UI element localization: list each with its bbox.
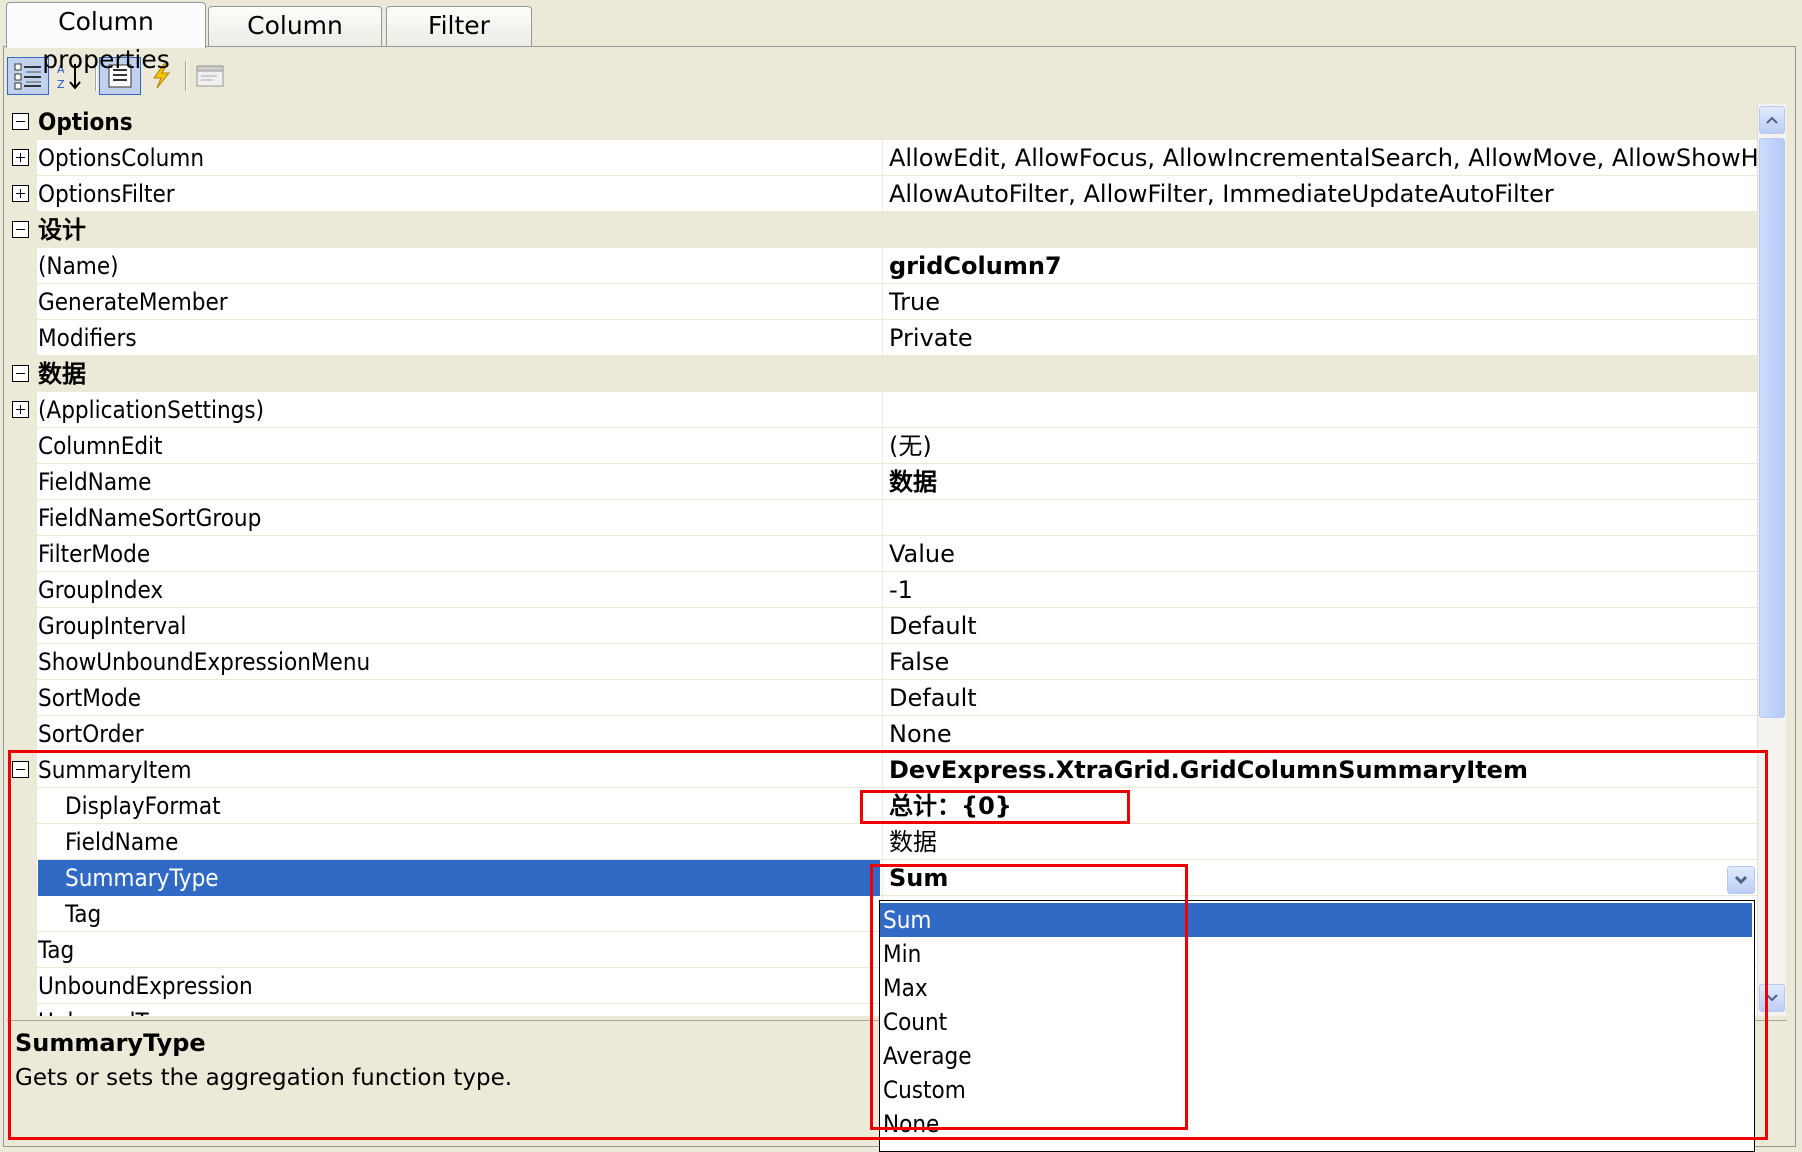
- expand-icon[interactable]: [12, 401, 29, 418]
- property-name[interactable]: GenerateMember: [38, 284, 880, 320]
- category-row[interactable]: 设计: [7, 212, 1757, 248]
- row-margin: [7, 248, 37, 284]
- tab-strip: Column properties Column options Filter …: [0, 0, 1802, 78]
- property-value[interactable]: [882, 392, 1757, 428]
- expand-icon[interactable]: [12, 185, 29, 202]
- property-value[interactable]: (无): [882, 428, 1757, 464]
- collapse-icon[interactable]: [12, 221, 29, 238]
- property-name[interactable]: (Name): [38, 248, 880, 284]
- property-value[interactable]: [882, 500, 1757, 536]
- scroll-up-button[interactable]: [1759, 106, 1785, 134]
- row-margin: [7, 572, 37, 608]
- row-margin: [7, 716, 37, 752]
- property-name[interactable]: OptionsFilter: [38, 176, 880, 212]
- row-margin: [7, 464, 37, 500]
- category-label[interactable]: 设计: [38, 212, 880, 248]
- property-pages-button[interactable]: [189, 57, 231, 95]
- property-row[interactable]: GenerateMember True: [7, 284, 1757, 320]
- chevron-up-icon: [1766, 116, 1778, 124]
- property-name[interactable]: FieldNameSortGroup: [38, 500, 880, 536]
- property-row[interactable]: FilterMode Value: [7, 536, 1757, 572]
- annotation-box-display-format: [860, 790, 1130, 824]
- property-row[interactable]: ColumnEdit (无): [7, 428, 1757, 464]
- property-row[interactable]: FieldNameSortGroup: [7, 500, 1757, 536]
- property-name[interactable]: FilterMode: [38, 536, 880, 572]
- property-row[interactable]: (Name) gridColumn7: [7, 248, 1757, 284]
- annotation-box-summary-type: [870, 864, 1188, 1130]
- row-margin: [7, 536, 37, 572]
- property-row[interactable]: ShowUnboundExpressionMenu False: [7, 644, 1757, 680]
- row-margin: [7, 428, 37, 464]
- svg-text:Z: Z: [57, 78, 65, 91]
- property-value[interactable]: True: [882, 284, 1757, 320]
- property-name[interactable]: SortOrder: [38, 716, 880, 752]
- property-value[interactable]: AllowAutoFilter, AllowFilter, ImmediateU…: [882, 176, 1757, 212]
- property-name[interactable]: SortMode: [38, 680, 880, 716]
- property-row[interactable]: GroupInterval Default: [7, 608, 1757, 644]
- property-row[interactable]: OptionsColumn AllowEdit, AllowFocus, Allo…: [7, 140, 1757, 176]
- property-pages-icon: [196, 65, 224, 87]
- property-value[interactable]: 数据: [882, 464, 1757, 500]
- property-name[interactable]: ShowUnboundExpressionMenu: [38, 644, 880, 680]
- property-row[interactable]: FieldName 数据: [7, 464, 1757, 500]
- property-name[interactable]: FieldName: [38, 464, 880, 500]
- row-margin: [7, 608, 37, 644]
- category-row[interactable]: Options: [7, 104, 1757, 140]
- property-value[interactable]: None: [882, 716, 1757, 752]
- category-label[interactable]: Options: [38, 104, 880, 140]
- property-value[interactable]: Default: [882, 608, 1757, 644]
- property-row[interactable]: GroupIndex -1: [7, 572, 1757, 608]
- property-grid-toolbar: A Z: [5, 53, 1785, 99]
- tab-column-properties[interactable]: Column properties: [6, 2, 206, 74]
- row-margin: [7, 284, 37, 320]
- property-row[interactable]: SortOrder None: [7, 716, 1757, 752]
- property-name[interactable]: Modifiers: [38, 320, 880, 356]
- category-label[interactable]: 数据: [38, 356, 880, 392]
- property-name[interactable]: OptionsColumn: [38, 140, 880, 176]
- property-value[interactable]: Default: [882, 680, 1757, 716]
- scroll-thumb[interactable]: [1759, 138, 1785, 718]
- row-margin: [7, 500, 37, 536]
- property-row[interactable]: SortMode Default: [7, 680, 1757, 716]
- expand-icon[interactable]: [12, 149, 29, 166]
- property-value[interactable]: Private: [882, 320, 1757, 356]
- property-value[interactable]: Value: [882, 536, 1757, 572]
- tab-filter-options[interactable]: Filter options: [386, 6, 532, 78]
- row-margin: [7, 644, 37, 680]
- property-row[interactable]: (ApplicationSettings): [7, 392, 1757, 428]
- property-name[interactable]: GroupInterval: [38, 608, 880, 644]
- property-value[interactable]: -1: [882, 572, 1757, 608]
- property-name[interactable]: (ApplicationSettings): [38, 392, 880, 428]
- property-value[interactable]: AllowEdit, AllowFocus, AllowIncrementalS…: [882, 140, 1757, 176]
- property-value[interactable]: gridColumn7: [882, 248, 1757, 284]
- row-margin: [7, 320, 37, 356]
- property-value[interactable]: False: [882, 644, 1757, 680]
- property-row[interactable]: OptionsFilter AllowAutoFilter, AllowFilte…: [7, 176, 1757, 212]
- tab-column-options[interactable]: Column options: [208, 6, 382, 78]
- property-name[interactable]: ColumnEdit: [38, 428, 880, 464]
- category-row[interactable]: 数据: [7, 356, 1757, 392]
- collapse-icon[interactable]: [12, 113, 29, 130]
- collapse-icon[interactable]: [12, 365, 29, 382]
- property-name[interactable]: GroupIndex: [38, 572, 880, 608]
- property-row[interactable]: Modifiers Private: [7, 320, 1757, 356]
- categorized-icon: [14, 63, 41, 90]
- row-margin: [7, 680, 37, 716]
